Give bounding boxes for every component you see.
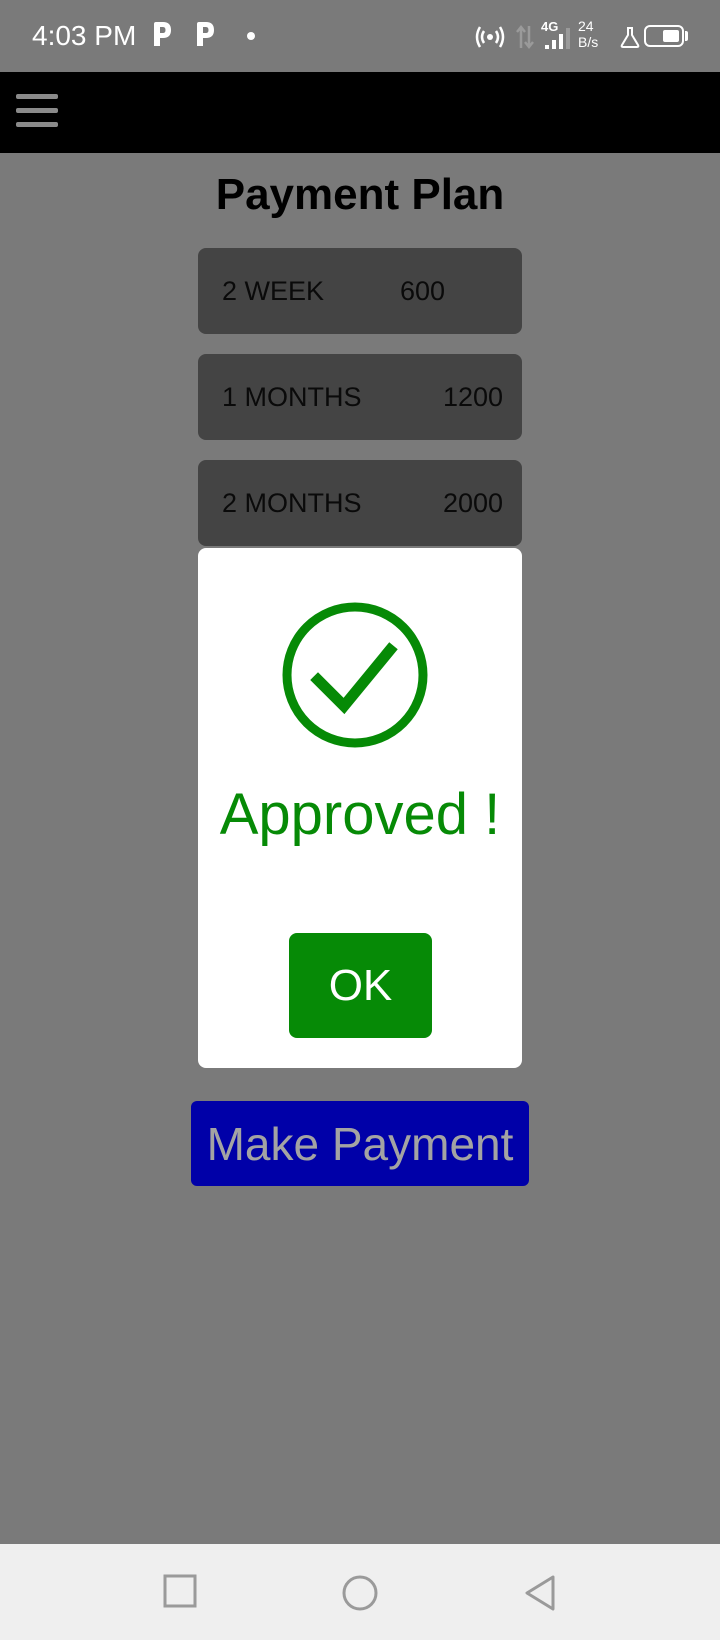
speed-unit: B/s <box>578 34 599 50</box>
plan-label: 1 MONTHS <box>222 382 362 412</box>
approval-dialog: Approved ! OK <box>198 548 522 1068</box>
p-app-icon <box>197 22 214 46</box>
plan-option-2-week[interactable]: 2 WEEK 600 <box>198 248 522 334</box>
plan-price: 2000 <box>443 488 504 518</box>
battery-icon <box>644 25 684 47</box>
speed-value: 24 <box>578 18 594 34</box>
plan-label: 2 WEEK <box>222 276 325 306</box>
hotspot-icon <box>475 26 505 48</box>
make-payment-button[interactable]: Make Payment <box>191 1101 529 1186</box>
check-circle-icon <box>282 602 428 748</box>
recents-square-icon[interactable] <box>163 1574 197 1608</box>
lab-flask-icon <box>620 27 640 48</box>
back-triangle-icon[interactable] <box>523 1574 557 1612</box>
ok-button[interactable]: OK <box>289 933 432 1038</box>
network-speed: 24 B/s <box>578 18 598 50</box>
status-bar: 4:03 PM 4G 24 B/s <box>0 0 720 72</box>
dot-icon <box>247 32 255 40</box>
page-title: Payment Plan <box>215 170 505 219</box>
plan-option-1-months[interactable]: 1 MONTHS 1200 <box>198 354 522 440</box>
plan-label: 2 MONTHS <box>222 488 362 518</box>
signal-icon <box>545 28 570 49</box>
hamburger-menu-icon[interactable] <box>16 94 60 130</box>
plan-option-2-months[interactable]: 2 MONTHS 2000 <box>198 460 522 546</box>
home-circle-icon[interactable] <box>341 1574 379 1612</box>
dialog-message: Approved ! <box>219 782 501 847</box>
system-nav-bar <box>0 1544 720 1640</box>
plan-price: 1200 <box>443 382 504 412</box>
app-bar <box>0 72 720 153</box>
battery-tip <box>685 31 688 41</box>
status-time: 4:03 PM <box>32 20 137 51</box>
data-arrows-icon <box>516 24 534 50</box>
plan-price: 600 <box>400 276 446 306</box>
p-app-icon <box>154 22 171 46</box>
